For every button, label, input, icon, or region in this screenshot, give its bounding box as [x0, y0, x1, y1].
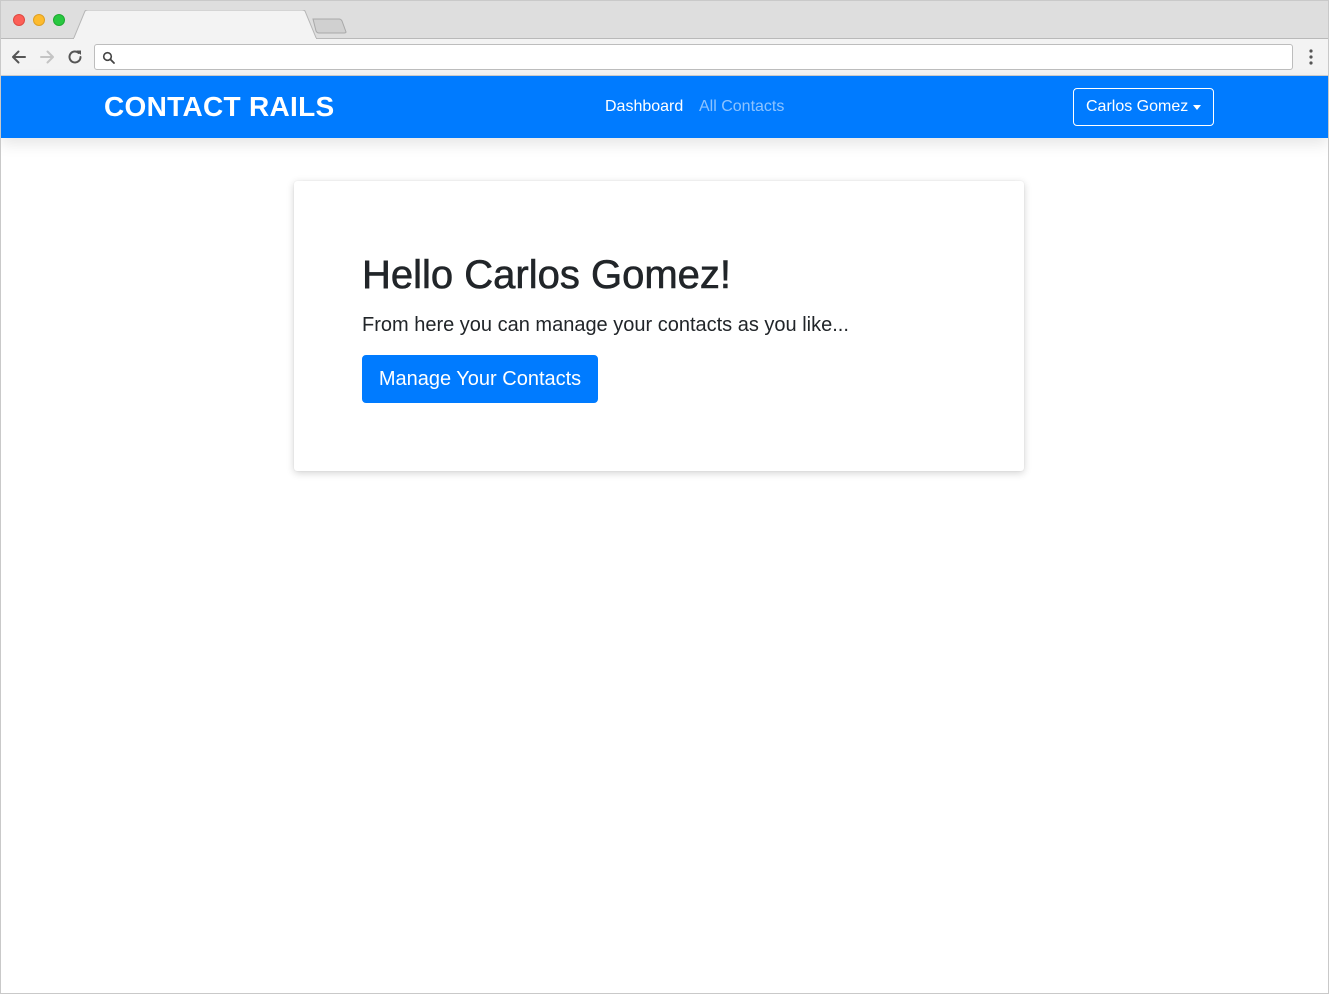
brand-logo-link[interactable]: CONTACT RAILS [104, 91, 334, 123]
page-title: Hello Carlos Gomez! [362, 253, 732, 298]
welcome-card: Hello Carlos Gomez! From here you can ma… [294, 181, 1024, 471]
top-navbar: CONTACT RAILS Dashboard All Contacts Car… [1, 76, 1328, 138]
maximize-window-button[interactable] [53, 14, 65, 26]
nav-link-all-contacts[interactable]: All Contacts [699, 98, 784, 116]
browser-window: CONTACT RAILS Dashboard All Contacts Car… [0, 0, 1329, 994]
address-bar[interactable] [94, 44, 1293, 70]
close-window-button[interactable] [13, 14, 25, 26]
browser-tab[interactable] [73, 10, 317, 40]
browser-toolbar [1, 39, 1328, 76]
forward-arrow-icon[interactable] [37, 47, 57, 67]
new-tab-button[interactable] [311, 17, 349, 35]
nav-link-dashboard[interactable]: Dashboard [605, 98, 683, 116]
caret-down-icon [1193, 105, 1201, 110]
more-vertical-icon[interactable] [1303, 48, 1319, 66]
manage-contacts-button[interactable]: Manage Your Contacts [362, 355, 598, 403]
user-menu-dropdown[interactable]: Carlos Gomez [1073, 88, 1214, 126]
minimize-window-button[interactable] [33, 14, 45, 26]
back-arrow-icon[interactable] [9, 47, 29, 67]
address-input[interactable] [123, 47, 1283, 67]
search-icon [102, 51, 116, 65]
welcome-lead-text: From here you can manage your contacts a… [362, 314, 849, 336]
user-menu-label: Carlos Gomez [1086, 98, 1189, 115]
tab-strip [1, 1, 1328, 40]
page-content: CONTACT RAILS Dashboard All Contacts Car… [1, 76, 1328, 993]
reload-icon[interactable] [65, 47, 85, 67]
